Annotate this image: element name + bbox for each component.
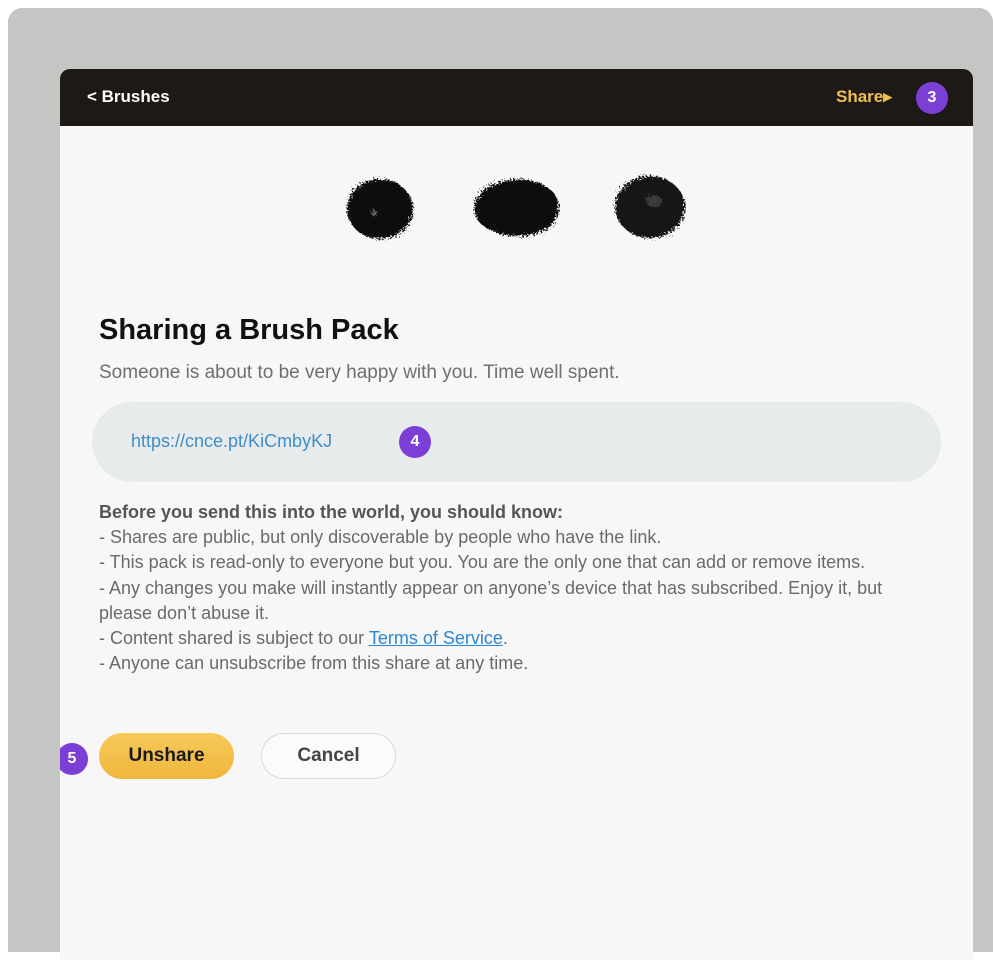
- brush-stamp-2-icon: [474, 179, 559, 237]
- step-badge-5: 5: [60, 743, 88, 775]
- notice-line-unsubscribe: - Anyone can unsubscribe from this share…: [99, 653, 529, 674]
- share-link-text[interactable]: https://cnce.pt/KiCmbyKJ: [131, 431, 332, 452]
- notice-terms-suffix: .: [502, 628, 508, 649]
- notice-heading: Before you send this into the world, you…: [99, 502, 564, 522]
- notice-line-terms: - Content shared is subject to our Terms…: [99, 626, 919, 651]
- brush-stamp-3-icon: [615, 176, 685, 238]
- page-title: Sharing a Brush Pack: [99, 314, 399, 346]
- cancel-button[interactable]: Cancel: [261, 733, 396, 779]
- brush-previews: [347, 176, 685, 239]
- back-to-brushes-button[interactable]: < Brushes: [87, 87, 170, 107]
- notice-line-changes: - Any changes you make will instantly ap…: [99, 577, 883, 623]
- step-badge-4: 4: [399, 426, 431, 458]
- navigation-bar: < Brushes Share▸ 3: [60, 69, 973, 126]
- notice-terms-prefix: - Content shared is subject to our: [99, 628, 369, 649]
- share-notice: Before you send this into the world, you…: [99, 500, 919, 676]
- page-subtitle: Someone is about to be very happy with y…: [99, 362, 620, 383]
- app-screen: < Brushes Share▸ 3 Sharing a Brush Pack …: [60, 69, 973, 960]
- unshare-button[interactable]: Unshare: [99, 733, 234, 779]
- notice-line-public: - Shares are public, but only discoverab…: [99, 527, 662, 548]
- share-link-field[interactable]: https://cnce.pt/KiCmbyKJ 4: [92, 402, 941, 482]
- step-badge-3: 3: [916, 82, 948, 114]
- notice-line-read-only: - This pack is read-only to everyone but…: [99, 552, 866, 573]
- brush-stamp-1-icon: [347, 179, 413, 239]
- share-button[interactable]: Share▸: [836, 87, 892, 107]
- terms-of-service-link[interactable]: Terms of Service: [369, 628, 503, 648]
- device-frame: < Brushes Share▸ 3 Sharing a Brush Pack …: [8, 8, 993, 960]
